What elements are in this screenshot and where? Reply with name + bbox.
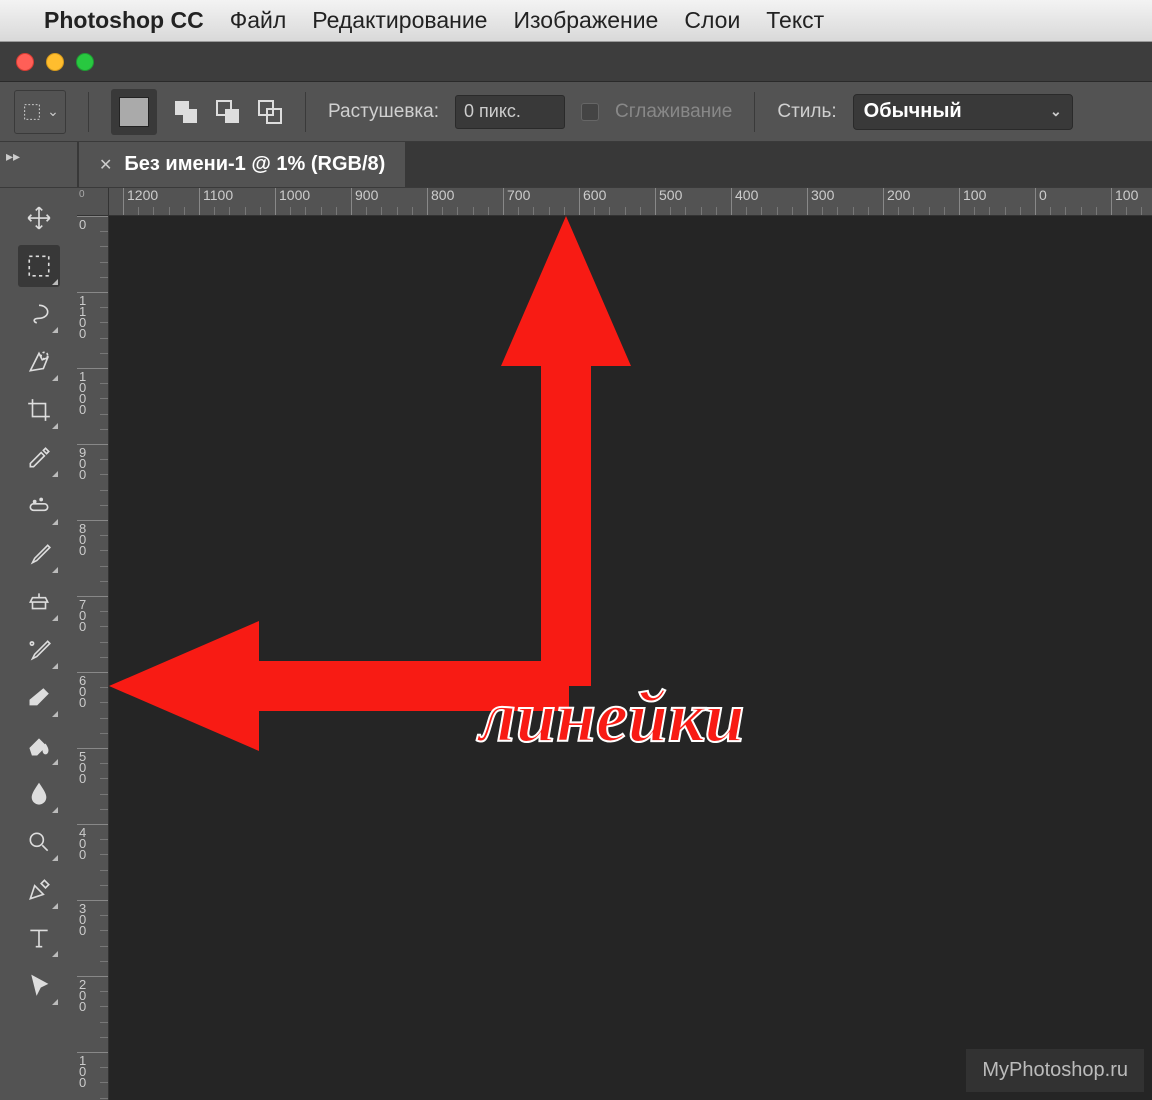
close-window-icon[interactable] [16, 53, 34, 71]
watermark: MyPhotoshop.ru [966, 1049, 1144, 1092]
eraser-tool[interactable] [18, 677, 60, 719]
healing-brush-tool[interactable] [18, 485, 60, 527]
dodge-tool[interactable] [18, 821, 60, 863]
menu-image[interactable]: Изображение [513, 7, 658, 34]
antialias-checkbox[interactable] [581, 103, 599, 121]
style-label: Стиль: [777, 101, 836, 123]
selection-intersect-icon[interactable] [257, 99, 283, 125]
brush-tool[interactable] [18, 533, 60, 575]
minimize-window-icon[interactable] [46, 53, 64, 71]
horizontal-ruler[interactable]: 1200110010009008007006005004003002001000… [109, 188, 1152, 216]
menu-layers[interactable]: Слои [684, 7, 740, 34]
antialias-label: Сглаживание [615, 101, 732, 123]
document-tab[interactable]: ✕ Без имени-1 @ 1% (RGB/8) [79, 142, 405, 187]
pen-tool[interactable] [18, 869, 60, 911]
close-tab-icon[interactable]: ✕ [99, 155, 112, 175]
blur-tool[interactable] [18, 773, 60, 815]
options-bar: ⌄ Растушевка: Сглаживание Стиль: Обычный… [0, 82, 1152, 142]
maximize-window-icon[interactable] [76, 53, 94, 71]
menu-edit[interactable]: Редактирование [312, 7, 487, 34]
paint-bucket-tool[interactable] [18, 725, 60, 767]
type-tool[interactable] [18, 917, 60, 959]
current-tool-dropdown[interactable]: ⌄ [14, 90, 66, 134]
chevron-down-icon: ⌄ [47, 103, 59, 120]
quick-select-tool[interactable] [18, 341, 60, 383]
chevron-down-icon: ⌄ [1050, 103, 1062, 120]
move-tool[interactable] [18, 197, 60, 239]
vertical-ruler[interactable]: 011001000900800700600500400300200100 [77, 216, 109, 1100]
style-select[interactable]: Обычный ⌄ [853, 94, 1073, 130]
selection-new-icon[interactable] [111, 89, 157, 135]
lasso-tool[interactable] [18, 293, 60, 335]
crop-tool[interactable] [18, 389, 60, 431]
tool-palette [0, 188, 77, 1100]
canvas-area: 0 12001100100090080070060050040030020010… [77, 188, 1152, 1100]
marquee-tool[interactable] [18, 245, 60, 287]
annotation-label: линейки [479, 676, 745, 759]
eyedropper-tool[interactable] [18, 437, 60, 479]
selection-add-icon[interactable] [173, 99, 199, 125]
feather-input[interactable] [455, 95, 565, 129]
document-tab-row: ▸▸ ✕ Без имени-1 @ 1% (RGB/8) [0, 142, 1152, 188]
window-titlebar [0, 42, 1152, 82]
menu-text[interactable]: Текст [766, 7, 824, 34]
history-brush-tool[interactable] [18, 629, 60, 671]
path-select-tool[interactable] [18, 965, 60, 1007]
canvas[interactable]: линейки MyPhotoshop.ru [109, 216, 1152, 1100]
ruler-corner[interactable]: 0 [77, 188, 109, 216]
clone-stamp-tool[interactable] [18, 581, 60, 623]
app-name[interactable]: Photoshop CC [44, 7, 204, 34]
mac-menubar: Photoshop CC Файл Редактирование Изображ… [0, 0, 1152, 42]
feather-label: Растушевка: [328, 101, 439, 123]
document-title: Без имени-1 @ 1% (RGB/8) [124, 153, 385, 176]
toolbar-collapse-icon[interactable]: ▸▸ [0, 142, 77, 187]
selection-subtract-icon[interactable] [215, 99, 241, 125]
menu-file[interactable]: Файл [230, 7, 287, 34]
